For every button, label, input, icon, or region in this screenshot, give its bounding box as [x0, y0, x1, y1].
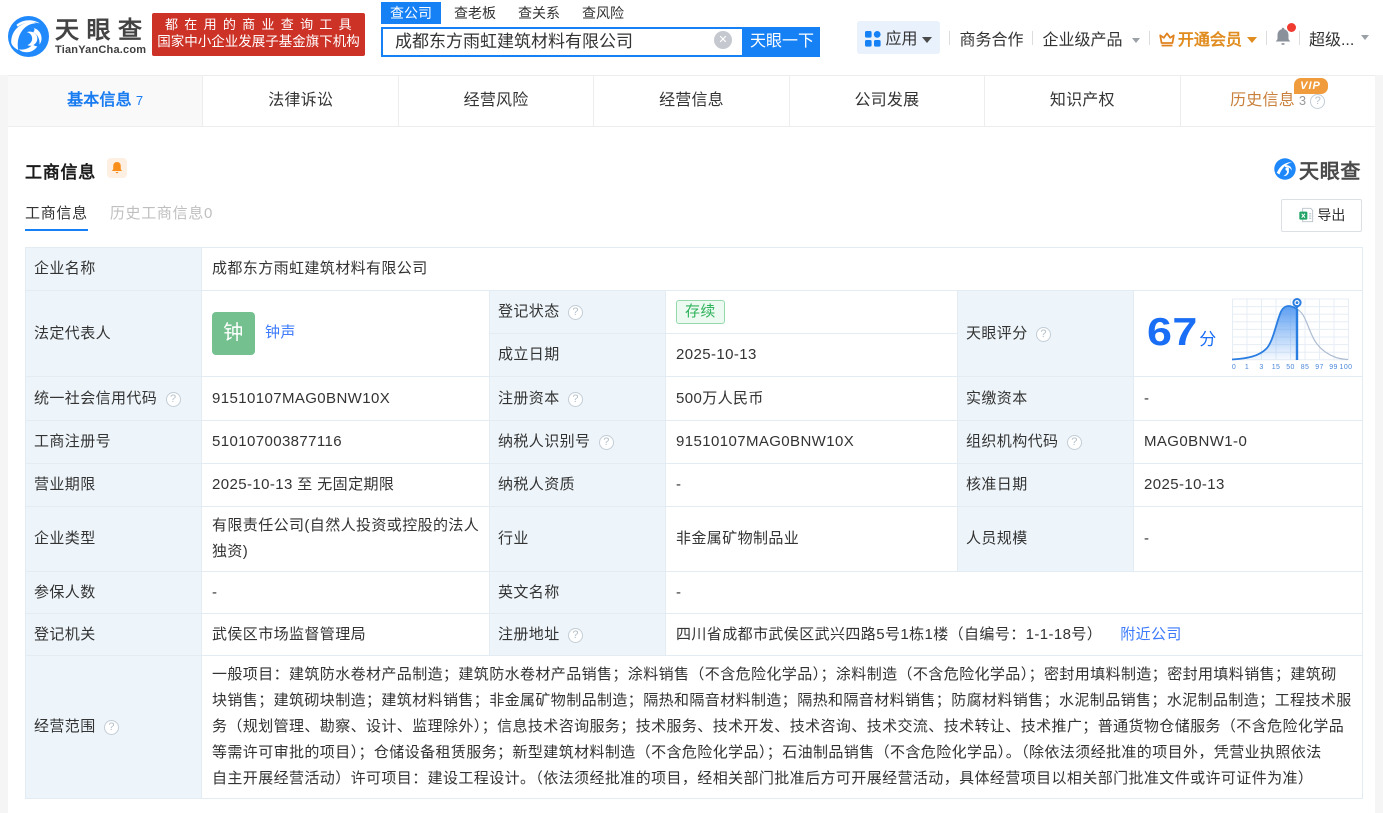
svg-text:0: 0: [1232, 364, 1236, 371]
svg-text:15: 15: [1272, 364, 1281, 371]
svg-text:100: 100: [1340, 364, 1353, 371]
svg-text:50: 50: [1286, 364, 1295, 371]
svg-text:97: 97: [1315, 364, 1324, 371]
svg-text:1: 1: [1245, 364, 1249, 371]
svg-text:3: 3: [1259, 364, 1263, 371]
svg-text:99: 99: [1329, 364, 1338, 371]
svg-text:85: 85: [1301, 364, 1310, 371]
